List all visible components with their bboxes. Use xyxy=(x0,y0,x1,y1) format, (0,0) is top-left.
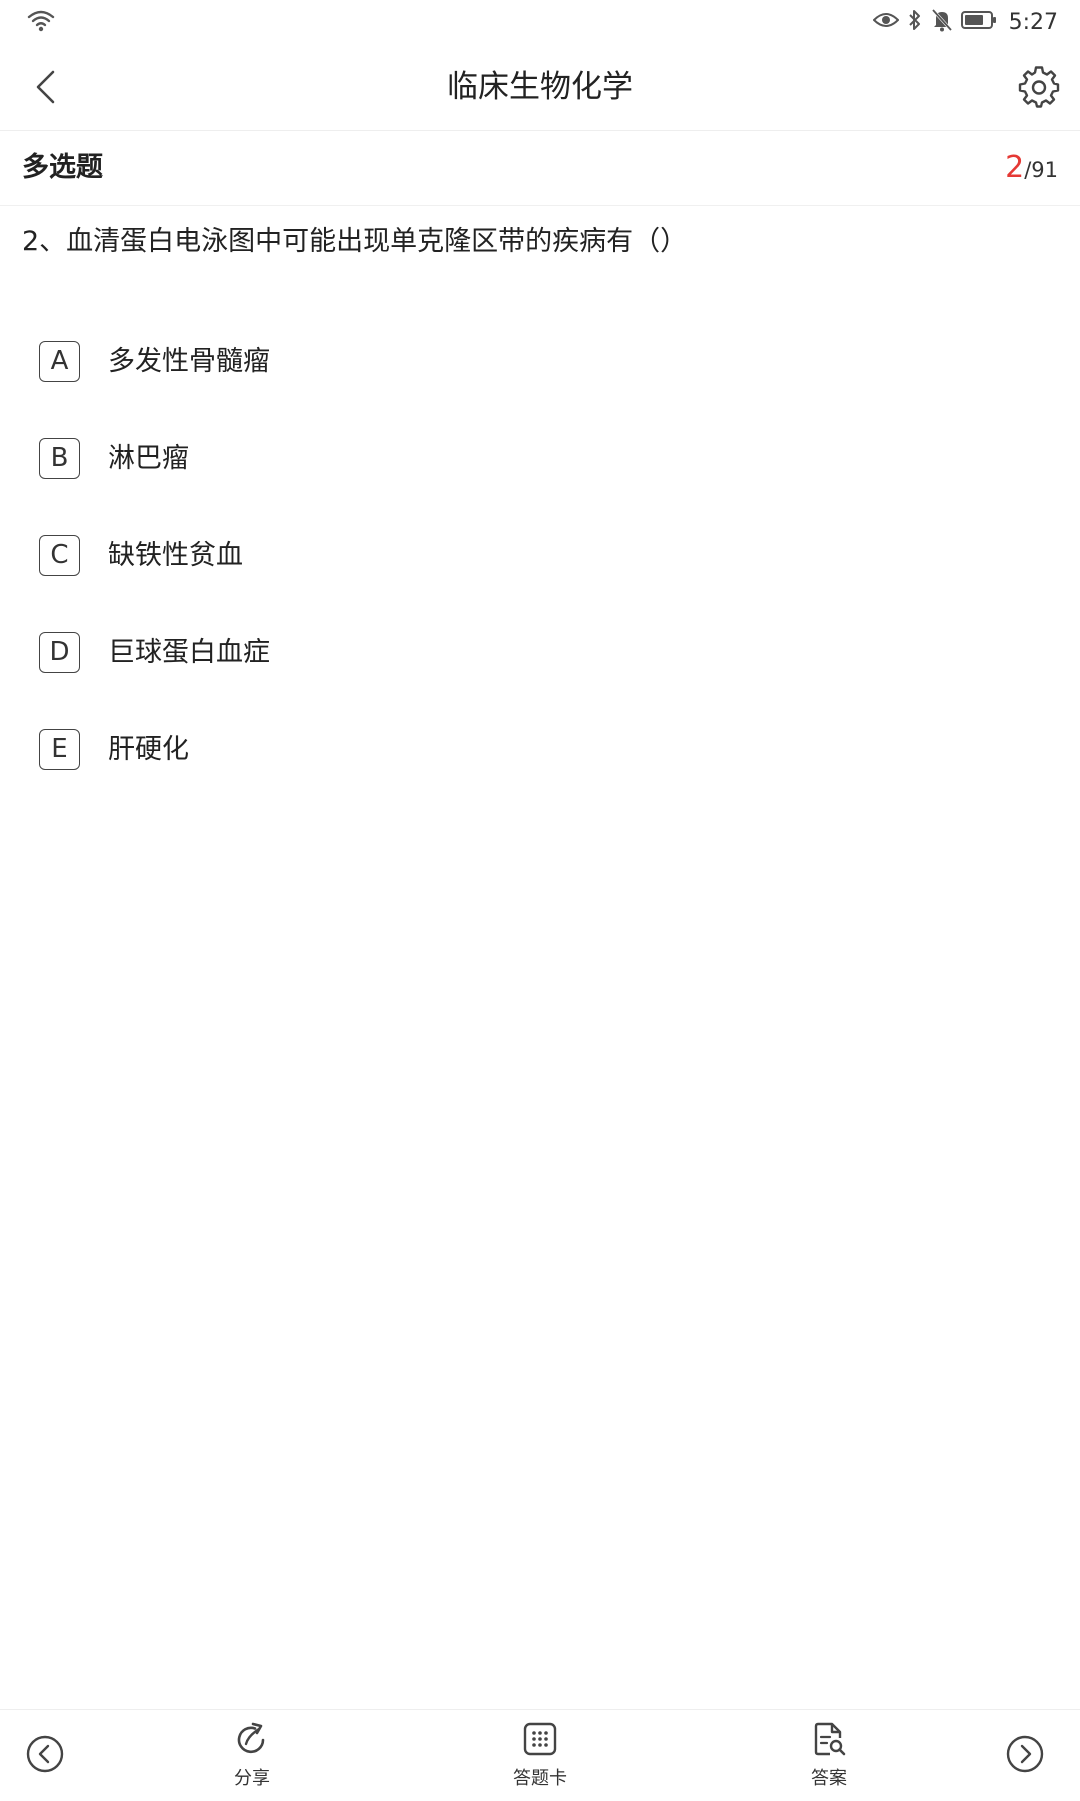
share-icon xyxy=(237,1722,265,1754)
bell-off-icon xyxy=(931,8,953,36)
next-question-button[interactable] xyxy=(1005,1734,1045,1774)
status-bar: 5:27 xyxy=(0,0,1080,44)
circle-chevron-left-icon xyxy=(26,1735,64,1773)
status-time: 5:27 xyxy=(1008,9,1058,35)
circle-chevron-right-icon xyxy=(1006,1735,1044,1773)
grid-icon xyxy=(523,1722,557,1756)
page-title: 临床生物化学 xyxy=(447,69,633,105)
option-a[interactable]: A 多发性骨髓瘤 xyxy=(0,336,1080,433)
document-search-icon xyxy=(814,1722,846,1756)
option-letter-box: A xyxy=(39,341,80,382)
answer-card-button[interactable]: 答题卡 xyxy=(490,1720,590,1796)
option-text: 巨球蛋白血症 xyxy=(108,637,270,668)
wifi-icon xyxy=(26,8,56,34)
battery-icon xyxy=(960,10,997,34)
option-letter-box: B xyxy=(39,438,80,479)
total-question-count: 91 xyxy=(1031,158,1058,182)
option-text: 多发性骨髓瘤 xyxy=(108,346,270,377)
answer-button[interactable]: 答案 xyxy=(779,1720,879,1796)
option-letter-box: D xyxy=(39,632,80,673)
option-d[interactable]: D 巨球蛋白血症 xyxy=(0,627,1080,724)
question-counter: 2/91 xyxy=(1005,131,1058,209)
option-b[interactable]: B 淋巴瘤 xyxy=(0,433,1080,530)
option-letter-box: E xyxy=(39,729,80,770)
bottom-toolbar: 分享 答题卡 答案 xyxy=(0,1709,1080,1801)
eye-icon xyxy=(872,11,900,33)
question-text: 2、血清蛋白电泳图中可能出现单克隆区带的疾病有（） xyxy=(22,226,688,257)
option-c[interactable]: C 缺铁性贫血 xyxy=(0,530,1080,627)
answer-label: 答案 xyxy=(811,1768,847,1789)
share-label: 分享 xyxy=(234,1768,270,1789)
question-type-label: 多选题 xyxy=(22,152,103,183)
option-letter-box: C xyxy=(39,535,80,576)
previous-question-button[interactable] xyxy=(25,1734,65,1774)
status-icons: 5:27 xyxy=(872,6,1058,38)
answer-card-label: 答题卡 xyxy=(513,1768,567,1789)
bluetooth-icon xyxy=(907,8,923,36)
option-text: 缺铁性贫血 xyxy=(108,540,243,571)
gear-icon xyxy=(1018,66,1060,108)
option-text: 肝硬化 xyxy=(108,734,189,765)
option-e[interactable]: E 肝硬化 xyxy=(0,724,1080,821)
current-question-number: 2 xyxy=(1005,150,1025,185)
options-list: A 多发性骨髓瘤 B 淋巴瘤 C 缺铁性贫血 D 巨球蛋白血症 E 肝硬化 xyxy=(0,336,1080,821)
app-header: 临床生物化学 xyxy=(0,44,1080,131)
settings-button[interactable] xyxy=(1014,62,1064,112)
option-text: 淋巴瘤 xyxy=(108,443,189,474)
share-button[interactable]: 分享 xyxy=(202,1720,302,1796)
question-type-row: 多选题 2/91 xyxy=(0,131,1080,206)
